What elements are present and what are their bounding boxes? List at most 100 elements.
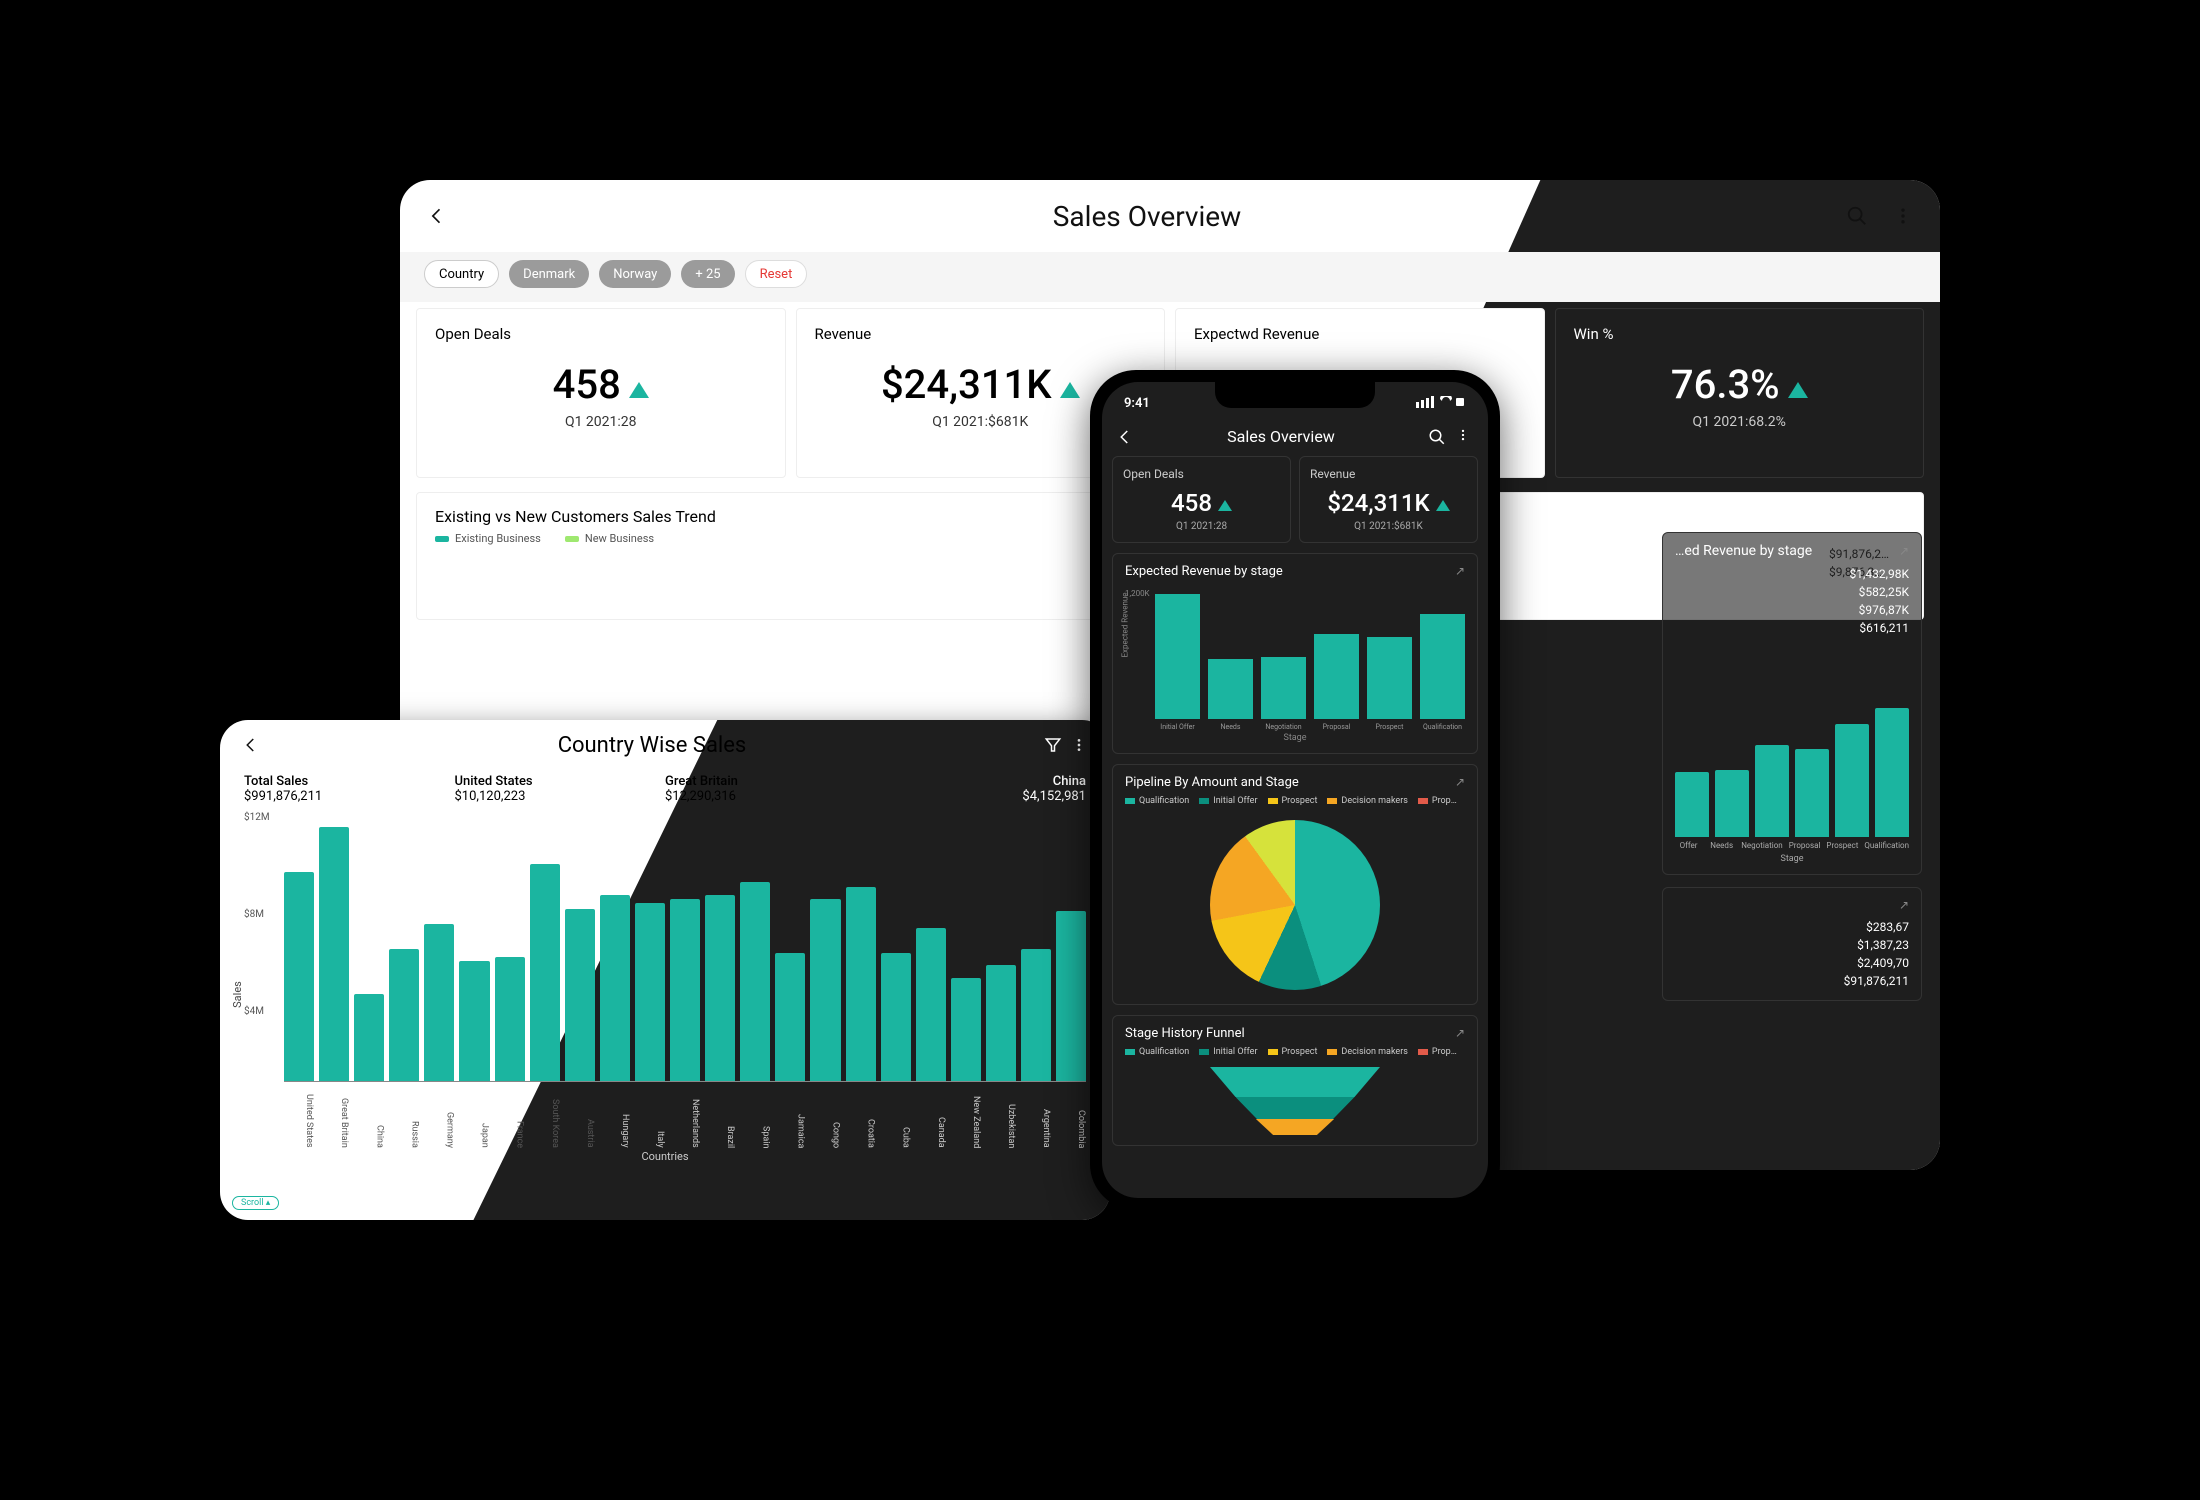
funnel-chart bbox=[1210, 1067, 1380, 1135]
filter-chip[interactable]: + 25 bbox=[681, 260, 734, 288]
x-tick: South Korea bbox=[530, 1086, 560, 1148]
axis-tick: $12M bbox=[244, 812, 278, 823]
axis-label: Countries bbox=[244, 1150, 1086, 1163]
axis-label: Stage bbox=[1675, 854, 1909, 864]
x-tick: Needs bbox=[1208, 723, 1253, 731]
chart-bar bbox=[1367, 637, 1412, 719]
chart-bar bbox=[495, 957, 525, 1081]
landscape-device: Country Wise Sales Total Sales $991,876,… bbox=[220, 720, 1110, 1220]
status-time: 9:41 bbox=[1124, 396, 1150, 411]
legend-item: Qualification bbox=[1125, 1047, 1189, 1057]
x-tick: Prospect bbox=[1367, 723, 1412, 731]
x-tick: Colombia bbox=[1056, 1086, 1086, 1148]
chart-country-wise-sales[interactable]: Sales $12M $8M $4M United StatesGreat Br… bbox=[220, 812, 1110, 1163]
more-icon[interactable] bbox=[1456, 428, 1474, 446]
filter-chip[interactable]: Denmark bbox=[509, 260, 589, 288]
x-tick: Prospect bbox=[1826, 841, 1858, 850]
legend-item: Decision makers bbox=[1327, 1047, 1407, 1057]
x-tick: Russia bbox=[389, 1086, 419, 1148]
axis-tick: $8M bbox=[244, 909, 278, 920]
kpi-value: 458 bbox=[553, 361, 621, 408]
expand-icon[interactable]: ↗ bbox=[1899, 898, 1909, 912]
x-tick: New Zealand bbox=[951, 1086, 981, 1148]
stat-value: $991,876,211 bbox=[244, 789, 455, 804]
chart-title: Expected Revenue by stage bbox=[1125, 564, 1283, 579]
funnel-segment bbox=[1236, 1097, 1355, 1119]
chart-bar bbox=[1715, 770, 1749, 837]
expand-icon[interactable]: ↗ bbox=[1899, 544, 1909, 558]
chart-title: …ed Revenue by stage bbox=[1675, 543, 1812, 559]
chart-expected-revenue-stage-dark[interactable]: …ed Revenue by stage ↗ $1,432,98K $582,25… bbox=[1662, 532, 1922, 875]
kpi-win-percent[interactable]: Win % 76.3% Q1 2021:68.2% bbox=[1555, 308, 1925, 478]
stat-label: Great Britain bbox=[665, 774, 876, 789]
chart-expected-revenue-stage[interactable]: Expected Revenue by stage↗ Expected Reve… bbox=[1112, 553, 1478, 754]
legend-item: Decision makers bbox=[1327, 796, 1407, 806]
back-icon[interactable] bbox=[424, 203, 450, 229]
legend-item: Prop… bbox=[1418, 1047, 1457, 1057]
x-tick: Proposal bbox=[1314, 723, 1359, 731]
more-icon[interactable] bbox=[1890, 203, 1916, 229]
chart-bars bbox=[1125, 589, 1465, 719]
chart-bar bbox=[1208, 659, 1253, 719]
expand-icon[interactable]: ↗ bbox=[1455, 775, 1465, 790]
chart-bar bbox=[284, 872, 314, 1081]
chart-pipeline-pie[interactable]: Pipeline By Amount and Stage ↗ Qualificat… bbox=[1112, 764, 1478, 1005]
reset-button[interactable]: Reset bbox=[745, 260, 808, 288]
x-tick: Qualification bbox=[1420, 723, 1465, 731]
x-tick: Needs bbox=[1708, 841, 1735, 850]
value-list: $1,432,98K $582,25K $976,87K $616,211 bbox=[1675, 565, 1909, 637]
scroll-button[interactable]: Scroll ▴ bbox=[232, 1196, 279, 1210]
legend-label: Existing Business bbox=[455, 532, 541, 545]
x-tick: Austria bbox=[565, 1086, 595, 1148]
more-icon[interactable] bbox=[1066, 732, 1092, 758]
chart-title: Pipeline By Amount and Stage bbox=[1125, 775, 1299, 790]
chart-bar bbox=[705, 895, 735, 1081]
chart-bar bbox=[635, 903, 665, 1081]
back-icon[interactable] bbox=[238, 732, 264, 758]
x-tick: Hungary bbox=[600, 1086, 630, 1148]
filter-category-pill[interactable]: Country bbox=[424, 260, 499, 288]
pie-chart bbox=[1210, 820, 1380, 990]
chart-bar bbox=[1155, 594, 1200, 719]
summary-values-card[interactable]: ↗ $283,67 $1,387,23 $2,409,70 $91,876,21… bbox=[1662, 887, 1922, 1001]
chart-bar bbox=[530, 864, 560, 1081]
search-icon[interactable] bbox=[1428, 428, 1446, 446]
x-tick: Uzbekistan bbox=[986, 1086, 1016, 1148]
funnel-segment bbox=[1210, 1067, 1380, 1097]
chart-bar bbox=[1261, 657, 1306, 719]
kpi-open-deals[interactable]: Open Deals 458 Q1 2021:28 bbox=[416, 308, 786, 478]
chart-bar bbox=[1875, 708, 1909, 837]
kpi-title: Open Deals bbox=[435, 325, 767, 343]
x-tick: Initial Offer bbox=[1155, 723, 1200, 731]
x-tick: Proposal bbox=[1789, 841, 1821, 850]
chart-legend: QualificationInitial OfferProspectDecisi… bbox=[1125, 796, 1465, 806]
stat-us: United States $10,120,223 bbox=[455, 774, 666, 804]
kpi-open-deals[interactable]: Open Deals 458 Q1 2021:28 bbox=[1112, 456, 1291, 543]
chart-x-labels: OfferNeedsNegotiationProposalProspectQua… bbox=[1675, 841, 1909, 850]
search-icon[interactable] bbox=[1844, 203, 1870, 229]
chart-bars bbox=[1675, 697, 1909, 837]
value-text: $582,25K bbox=[1675, 583, 1909, 601]
expand-icon[interactable]: ↗ bbox=[1455, 1026, 1465, 1041]
chart-bar bbox=[424, 924, 454, 1081]
phone-notch bbox=[1215, 382, 1375, 408]
stat-label: United States bbox=[455, 774, 666, 789]
value-text: $283,67 bbox=[1675, 918, 1909, 936]
legend-item: Prop… bbox=[1418, 796, 1457, 806]
filter-chip[interactable]: Norway bbox=[599, 260, 671, 288]
back-icon[interactable] bbox=[1116, 428, 1134, 446]
kpi-sub: Q1 2021:28 bbox=[1123, 521, 1280, 532]
chart-bar bbox=[1056, 911, 1086, 1081]
value-text: $2,409,70 bbox=[1675, 954, 1909, 972]
stat-label: China bbox=[876, 774, 1087, 789]
chart-legend: QualificationInitial OfferProspectDecisi… bbox=[1125, 1047, 1465, 1057]
chart-bar bbox=[1420, 614, 1465, 719]
expand-icon[interactable]: ↗ bbox=[1455, 564, 1465, 579]
trend-up-icon bbox=[1060, 382, 1080, 398]
kpi-sub: Q1 2021:$681K bbox=[1310, 521, 1467, 532]
kpi-revenue[interactable]: Revenue $24,311K Q1 2021:$681K bbox=[1299, 456, 1478, 543]
chart-stage-funnel[interactable]: Stage History Funnel↗ QualificationIniti… bbox=[1112, 1015, 1478, 1146]
filter-icon[interactable] bbox=[1040, 732, 1066, 758]
x-tick: Spain bbox=[740, 1086, 770, 1148]
axis-label: Stage bbox=[1125, 733, 1465, 743]
